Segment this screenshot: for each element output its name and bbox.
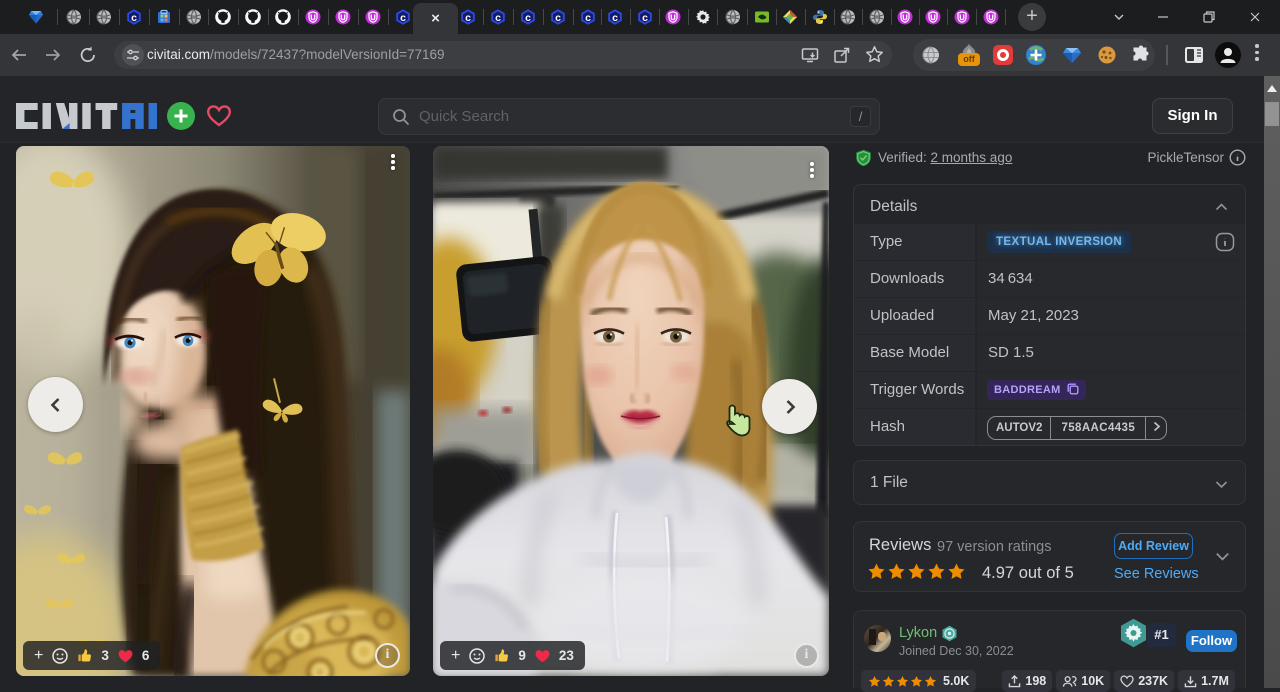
svg-text:c: c <box>585 12 591 24</box>
svg-text:c: c <box>495 12 501 24</box>
svg-text:c: c <box>612 12 618 24</box>
svg-text:c: c <box>465 12 471 24</box>
svg-text:c: c <box>525 12 531 24</box>
svg-text:c: c <box>131 12 137 24</box>
svg-text:c: c <box>642 12 648 24</box>
svg-text:c: c <box>400 12 406 24</box>
svg-text:c: c <box>555 12 561 24</box>
